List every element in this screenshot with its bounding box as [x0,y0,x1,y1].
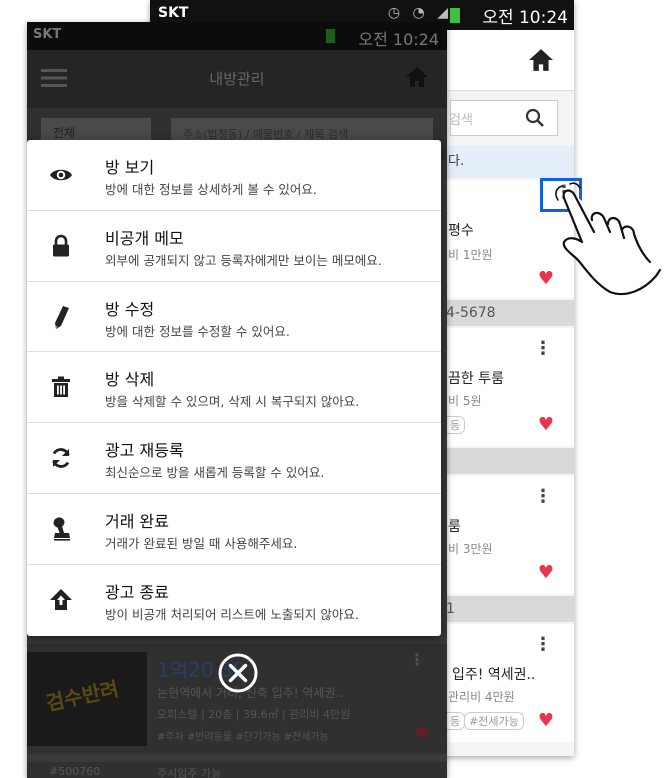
menu-item-label: 방 보기 [105,158,155,177]
notice-text: 다. [448,154,465,169]
status-bar: SKT 오전 10:24 [27,22,447,50]
list-item[interactable]: #500760 주시임주 가능 [27,762,447,778]
close-icon[interactable] [217,652,259,694]
card-subtitle: 비 1만원 [448,248,493,262]
menu-item-view-room[interactable]: 방 보기 방에 대한 정보를 상세하게 볼 수 있어요. [27,140,441,211]
eye-icon [50,169,72,181]
menu-item-re-register-ad[interactable]: 광고 재등록 최신순으로 방을 새롭게 등록할 수 있어요. [27,423,441,494]
menu-item-description: 최신순으로 방을 새롭게 등록할 수 있어요. [105,465,325,481]
separator-text: 4-5678 [446,305,496,321]
menu-item-description: 방을 삭제할 수 있으며, 삭제 시 복구되지 않아요. [105,394,360,410]
foreground-phone-screen: SKT 오전 10:24 내방관리 전체 주소(법정동) / 매물번호 / 제목… [27,22,447,778]
card-title: 끔한 투룸 [448,371,504,387]
card-title: 평수 [448,223,474,239]
section-separator [446,448,574,474]
refresh-icon [52,448,70,469]
listing-code: #500760 [49,765,101,778]
pencil-icon [55,305,69,329]
listing-action-menu: 방 보기 방에 대한 정보를 상세하게 볼 수 있어요. 비공개 메모 외부에 … [27,140,441,636]
clock: 오전 10:24 [482,8,568,28]
tag: 등 [446,712,466,730]
more-menu-icon[interactable]: ⋮ [409,650,425,669]
clock: 오전 10:24 [358,30,439,49]
trash-icon [52,376,70,398]
status-icons: ◷ ◔ ◢ [387,5,452,21]
menu-item-edit-room[interactable]: 방 수정 방에 대한 정보를 수정할 수 있어요. [27,282,441,353]
search-placeholder: 검색 [449,113,473,128]
menu-item-delete-room[interactable]: 방 삭제 방을 삭제할 수 있으며, 삭제 시 복구되지 않아요. [27,352,441,424]
menu-item-description: 방이 비공개 처리되어 리스트에 노출되지 않아요. [105,606,359,622]
list-item[interactable]: ⋮ 입주! 역세권.. 관리비 4만원 등 #전세가능 ♥ [446,624,574,742]
menu-item-deal-complete[interactable]: 거래 완료 거래가 완료된 방일 때 사용해주세요. [27,494,441,565]
search-box[interactable]: 검색 [449,100,558,136]
listing-thumbnail: 검수반려 [27,652,147,746]
separator-text: 1 [446,601,455,617]
heart-icon[interactable]: ♥ [538,710,554,731]
select-value: 전체 [53,126,76,140]
menu-item-description: 방에 대한 정보를 수정할 수 있어요. [105,323,290,339]
menu-item-label: 거래 완료 [105,511,169,531]
menu-item-label: 방 삭제 [105,370,155,390]
menu-item-description: 외부에 공개되지 않고 등록자에게만 보이는 메모에요. [105,252,382,268]
listing-title: 주시임주 가능 [157,767,222,778]
thumbnail-stamp-text: 검수반려 [43,676,121,716]
home-icon[interactable] [528,48,554,72]
notice-bar: 다. [446,146,574,178]
stamp-icon [53,517,70,541]
listing-meta: 오피스텔 | 20층 | 39.6㎡ | 관리비 4만원 [157,708,351,721]
pointing-hand-icon [555,182,662,296]
carrier-label: SKT [158,5,189,21]
listing-tags: #주차 #반려동물 #단기가능 #전세가능 [157,732,329,743]
card-title: 룸 [448,519,461,535]
more-menu-icon[interactable]: ⋮ [534,634,552,655]
menu-item-label: 광고 재등록 [105,441,184,461]
lock-icon [53,234,69,257]
menu-item-label: 방 수정 [105,299,155,319]
menu-item-label: 비공개 메모 [105,228,184,248]
carrier-label: SKT [33,27,62,42]
list-item[interactable]: ⋮ 끔한 투룸 비 5원 등 ♥ [446,328,574,446]
more-menu-icon[interactable]: ⋮ [534,338,552,359]
card-subtitle: 관리비 4만원 [448,690,515,704]
heart-icon[interactable]: ♥ [415,724,429,743]
menu-item-private-memo[interactable]: 비공개 메모 외부에 공개되지 않고 등록자에게만 보이는 메모에요. [27,211,441,282]
section-separator: 4-5678 [446,300,574,326]
list-item[interactable]: ⋮ 룸 비 3만원 ♥ [446,476,574,594]
section-separator: 1 [446,596,574,622]
search-icon[interactable] [525,108,545,128]
battery-icon [450,8,460,23]
home-icon[interactable] [405,66,429,88]
tag: 등 [446,416,466,434]
menu-item-description: 거래가 완료된 방일 때 사용해주세요. [105,535,298,551]
page-title: 내방관리 [209,70,265,88]
card-subtitle: 비 3만원 [448,542,493,556]
menu-item-label: 광고 종료 [105,582,169,602]
card-title: 입주! 역세권.. [452,667,536,683]
heart-icon[interactable]: ♥ [538,414,554,435]
menu-item-end-ad[interactable]: 광고 종료 방이 비공개 처리되어 리스트에 노출되지 않아요. [27,565,441,636]
more-menu-icon[interactable]: ⋮ [534,486,552,507]
heart-icon[interactable]: ♥ [538,562,554,583]
app-header: 내방관리 [27,50,447,108]
tag: #전세가능 [464,712,524,730]
menu-item-description: 방에 대한 정보를 상세하게 볼 수 있어요. [105,182,317,197]
upload-arrow-icon [50,588,72,610]
battery-icon [326,29,335,43]
card-subtitle: 비 5원 [448,394,482,408]
